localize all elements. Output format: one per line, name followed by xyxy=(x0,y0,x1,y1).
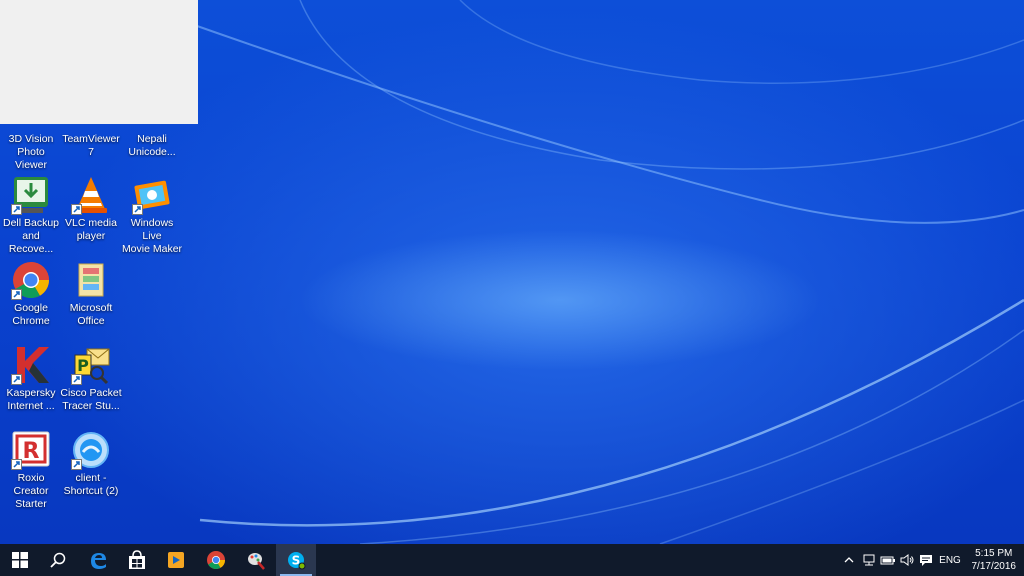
windows-logo-icon xyxy=(12,552,28,568)
icon-label: Nepali Unicode... xyxy=(128,133,176,158)
shortcut-arrow-icon xyxy=(11,289,22,300)
chrome-icon xyxy=(207,551,225,570)
icon-label: Dell Backup and Recove... xyxy=(2,217,60,255)
dell-backup-icon xyxy=(11,175,51,215)
icon-label: Roxio Creator Starter xyxy=(13,472,49,510)
shortcut-arrow-icon xyxy=(71,459,82,470)
show-hidden-icons-button[interactable] xyxy=(842,553,856,567)
icon-label: Microsoft Office xyxy=(69,302,113,327)
shortcut-arrow-icon xyxy=(11,374,22,385)
network-icon xyxy=(863,554,875,566)
kaspersky-icon xyxy=(11,345,51,385)
taskbar-media-player[interactable] xyxy=(156,544,196,576)
battery-icon xyxy=(880,556,895,565)
taskbar-chrome[interactable] xyxy=(196,544,236,576)
icon-label: Windows Live Movie Maker xyxy=(121,217,183,255)
action-center-icon xyxy=(920,555,932,566)
clock[interactable]: 5:15 PM 7/17/2016 xyxy=(972,547,1017,573)
search-icon xyxy=(50,552,66,568)
desktop-icon-client-shortcut[interactable]: client - Shortcut (2) xyxy=(60,430,122,498)
icon-label: VLC media player xyxy=(65,217,117,242)
icon-label: Cisco Packet Tracer Stu... xyxy=(60,387,122,412)
tray-volume-button[interactable] xyxy=(899,553,915,567)
shortcut-arrow-icon xyxy=(71,204,82,215)
roxio-icon: R xyxy=(11,430,51,470)
shortcut-arrow-icon xyxy=(11,204,22,215)
office-folder-icon xyxy=(71,260,111,300)
client-icon xyxy=(71,430,111,470)
start-button[interactable] xyxy=(0,544,40,576)
movie-maker-icon xyxy=(132,175,172,215)
volume-icon xyxy=(900,554,914,566)
desktop-icon-roxio[interactable]: R Roxio Creator Starter xyxy=(0,430,62,511)
clock-time: 5:15 PM xyxy=(975,548,1013,559)
tray-network-button[interactable] xyxy=(861,553,877,567)
shortcut-arrow-icon xyxy=(11,459,22,470)
svg-text:P: P xyxy=(77,356,89,375)
clock-date: 7/17/2016 xyxy=(971,561,1017,572)
icon-label: client - Shortcut (2) xyxy=(63,472,119,497)
chrome-icon xyxy=(11,260,51,300)
desktop-icon-packet-tracer[interactable]: P Cisco Packet Tracer Stu... xyxy=(60,345,122,413)
desktop-icon-microsoft-office[interactable]: Microsoft Office xyxy=(60,260,122,328)
icon-label: 3D Vision Photo Viewer xyxy=(8,133,54,171)
media-player-icon xyxy=(168,552,184,568)
icon-label: Kaspersky Internet ... xyxy=(6,387,56,412)
taskbar-edge[interactable] xyxy=(78,544,118,576)
svg-text:R: R xyxy=(23,439,40,464)
taskbar-skype[interactable]: S xyxy=(276,544,316,576)
desktop-icon-dell-backup[interactable]: Dell Backup and Recove... xyxy=(0,175,62,256)
desktop-icon-vlc[interactable]: VLC media player xyxy=(60,175,122,243)
desktop-icon-kaspersky[interactable]: Kaspersky Internet ... xyxy=(0,345,62,413)
paint-icon xyxy=(248,553,265,570)
store-icon xyxy=(129,550,145,569)
chevron-up-icon xyxy=(844,557,854,563)
taskbar-paint[interactable] xyxy=(236,544,276,576)
language-indicator[interactable]: ENG xyxy=(938,553,962,567)
desktop: 3D Vision Photo Viewer TeamViewer 7 Nepa… xyxy=(0,0,1024,544)
packet-tracer-icon: P xyxy=(71,345,111,385)
skype-icon: S xyxy=(288,552,306,570)
shortcut-arrow-icon xyxy=(132,204,143,215)
tray-notifications-button[interactable] xyxy=(918,553,934,567)
desktop-icon-chrome[interactable]: Google Chrome xyxy=(0,260,62,328)
taskbar-store[interactable] xyxy=(117,544,157,576)
desktop-icon-movie-maker[interactable]: Windows Live Movie Maker xyxy=(121,175,183,256)
icon-label: TeamViewer 7 xyxy=(62,133,120,158)
shortcut-arrow-icon xyxy=(71,374,82,385)
vlc-icon xyxy=(71,175,111,215)
edge-icon xyxy=(91,553,106,569)
search-button[interactable] xyxy=(38,544,78,576)
blank-overlay-panel xyxy=(0,0,198,124)
desktop-icon-3d-vision[interactable]: 3D Vision Photo Viewer xyxy=(0,131,62,172)
icon-label: Google Chrome xyxy=(12,302,50,327)
desktop-icon-teamviewer[interactable]: TeamViewer 7 xyxy=(60,131,122,159)
tray-battery-button[interactable] xyxy=(880,553,896,567)
taskbar: S ENG 5:15 PM 7/17/2016 xyxy=(0,544,1024,576)
desktop-icon-nepali-unicode[interactable]: Nepali Unicode... xyxy=(121,131,183,159)
